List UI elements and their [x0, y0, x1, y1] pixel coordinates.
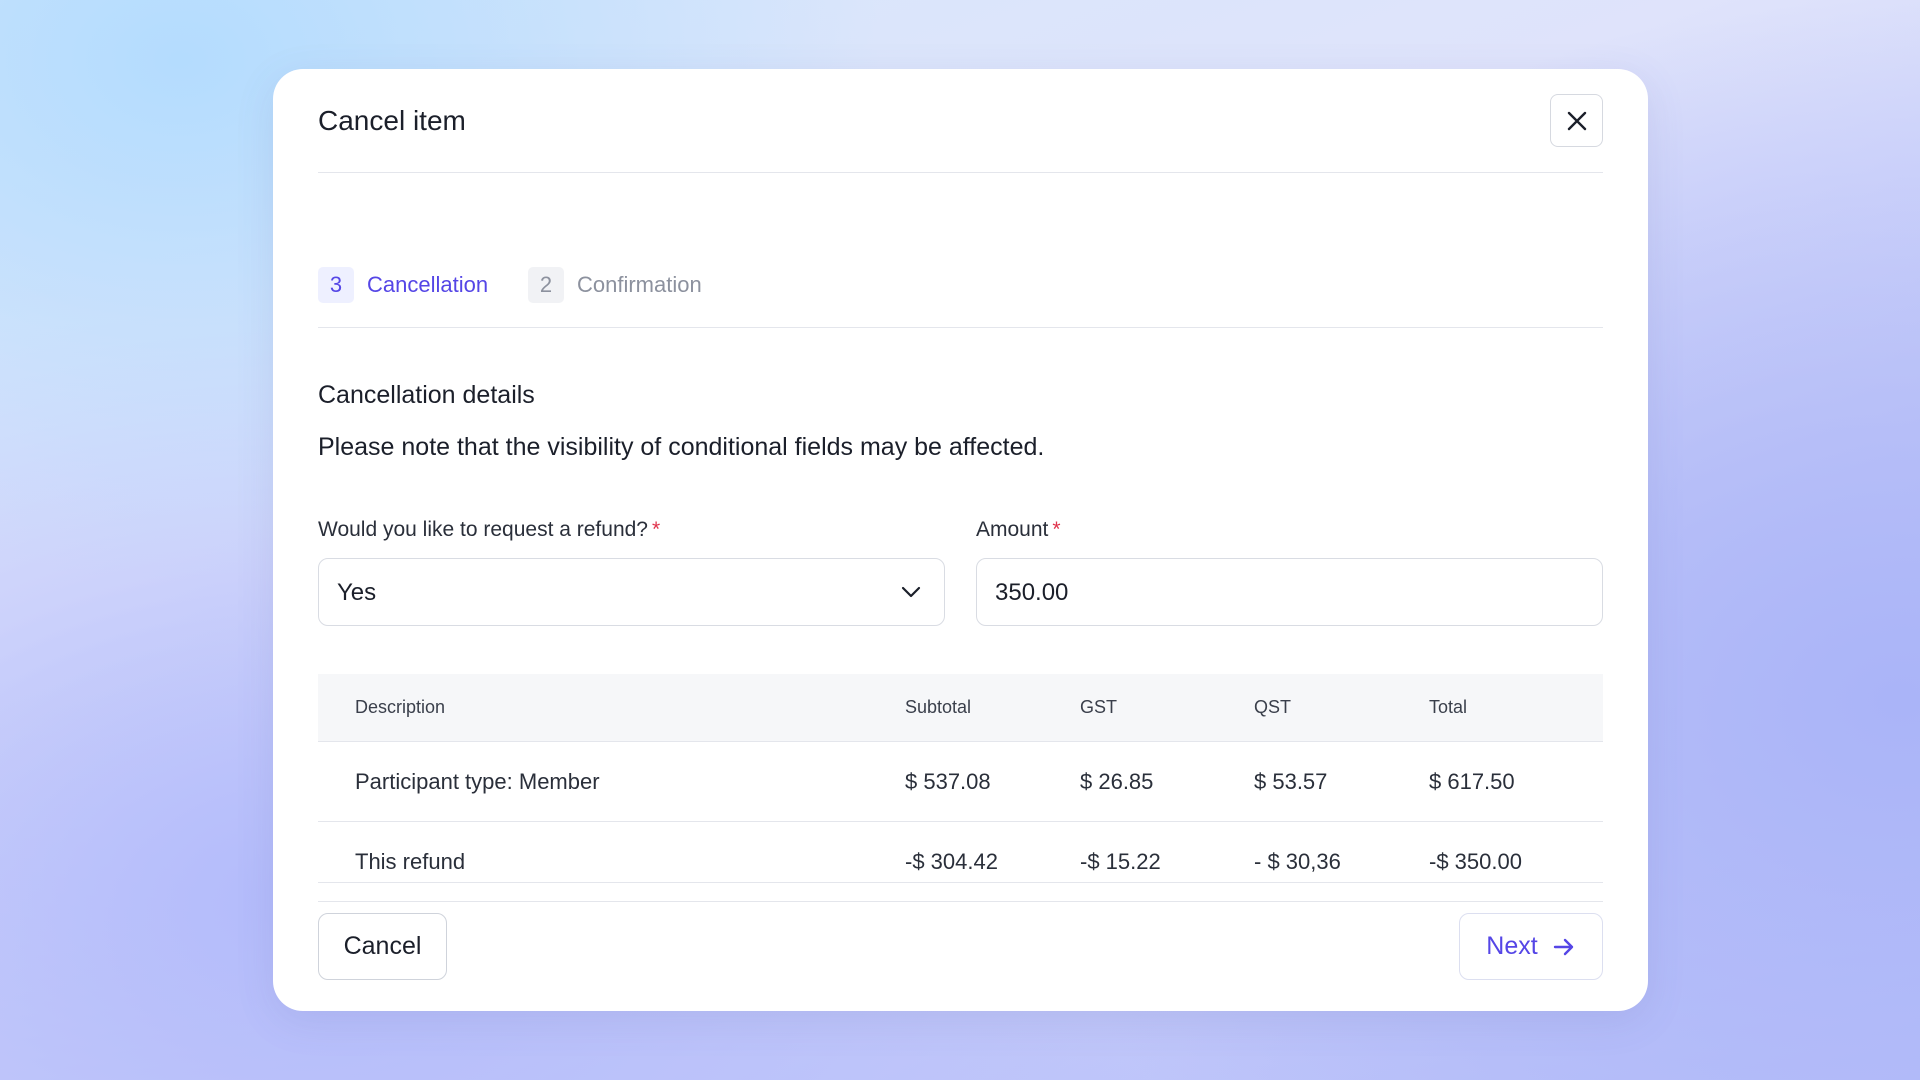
chevron-down-icon	[901, 586, 921, 598]
cancel-button-label: Cancel	[343, 932, 422, 960]
refund-table: Description Subtotal GST QST Total Parti…	[318, 674, 1603, 902]
header-total: Total	[1429, 697, 1468, 717]
section-note: Please note that the visibility of condi…	[318, 433, 1045, 461]
step-label: Confirmation	[577, 272, 702, 297]
cell-description: This refund	[355, 848, 466, 874]
close-icon	[1567, 111, 1586, 130]
modal-header: Cancel item	[318, 69, 1603, 173]
section-title: Cancellation details	[318, 381, 535, 409]
refund-label-text: Would you like to request a refund?	[318, 518, 648, 541]
cell-gst: $ 26.85	[1080, 768, 1154, 794]
cancel-button[interactable]: Cancel	[318, 913, 447, 980]
cell-total: $ 617.50	[1429, 768, 1515, 794]
refund-select-value: Yes	[337, 579, 377, 606]
step-label: Cancellation	[367, 272, 489, 297]
table-header: Description Subtotal GST QST Total	[318, 674, 1603, 742]
cell-qst: $ 53.57	[1254, 768, 1328, 794]
step-number: 3	[318, 267, 354, 303]
step-number: 2	[528, 267, 564, 303]
header-description: Description	[355, 697, 446, 717]
refund-select[interactable]: Yes	[318, 558, 945, 626]
cell-qst: - $ 30,36	[1254, 848, 1341, 874]
step-confirmation[interactable]: 2 Confirmation	[528, 267, 702, 303]
footer-divider	[318, 882, 1603, 883]
modal-title: Cancel item	[318, 105, 466, 136]
next-button[interactable]: Next	[1459, 913, 1603, 980]
amount-label-text: Amount	[976, 518, 1049, 541]
step-cancellation[interactable]: 3 Cancellation	[318, 267, 488, 303]
cell-description: Participant type: Member	[355, 768, 600, 794]
table-row: This refund -$ 304.42 -$ 15.22 - $ 30,36…	[318, 822, 1603, 902]
cell-subtotal: $ 537.08	[905, 768, 991, 794]
amount-input[interactable]: 350.00	[976, 558, 1603, 626]
close-button[interactable]	[1550, 94, 1603, 147]
next-button-label: Next	[1486, 932, 1538, 960]
required-mark: *	[651, 518, 661, 541]
cell-gst: -$ 15.22	[1080, 848, 1161, 874]
stepper: 3 Cancellation 2 Confirmation	[318, 172, 1603, 328]
arrow-right-icon	[1552, 936, 1576, 958]
table-row: Participant type: Member $ 537.08 $ 26.8…	[318, 742, 1603, 822]
amount-input-value: 350.00	[995, 579, 1069, 606]
cell-total: -$ 350.00	[1429, 848, 1522, 874]
amount-label: Amount *	[976, 518, 1061, 542]
header-qst: QST	[1254, 697, 1292, 717]
required-mark: *	[1052, 518, 1061, 541]
cell-subtotal: -$ 304.42	[905, 848, 998, 874]
header-subtotal: Subtotal	[905, 697, 972, 717]
refund-label: Would you like to request a refund? *	[318, 518, 660, 542]
cancel-item-modal: Cancel item 3 Cancellation 2 Confirmatio…	[273, 69, 1648, 1011]
header-gst: GST	[1080, 697, 1118, 717]
